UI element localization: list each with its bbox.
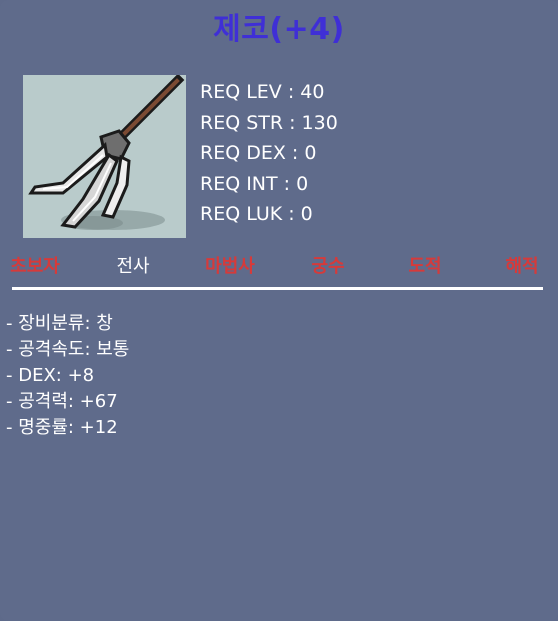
item-title: 제코(+4) bbox=[213, 12, 345, 47]
job-beginner: 초보자 bbox=[10, 256, 60, 277]
trident-spear-icon bbox=[28, 75, 185, 230]
item-icon-frame bbox=[23, 75, 186, 238]
job-restrictions: 초보자 전사 마법사 궁수 도적 해적 bbox=[0, 252, 558, 282]
stat-attack-speed: - 공격속도: 보통 bbox=[6, 339, 130, 360]
stat-equip-category: - 장비분류: 창 bbox=[6, 313, 113, 334]
req-int: REQ INT : 0 bbox=[200, 172, 309, 195]
req-level: REQ LEV : 40 bbox=[200, 81, 325, 103]
stat-accuracy: - 명중률: +12 bbox=[6, 417, 118, 438]
job-bowman: 궁수 bbox=[311, 256, 345, 277]
job-thief: 도적 bbox=[408, 256, 442, 277]
job-pirate: 해적 bbox=[505, 256, 539, 277]
stat-dex: - DEX: +8 bbox=[6, 365, 95, 386]
item-stats-list: - 장비분류: 창 - 공격속도: 보통 - DEX: +8 - 공격력: +6… bbox=[6, 311, 129, 441]
divider bbox=[12, 287, 543, 290]
item-tooltip-panel: 제코(+4) REQ LEV : 40 REQ STR : 130 REQ DE… bbox=[0, 0, 558, 621]
stat-attack: - 공격력: +67 bbox=[6, 391, 118, 412]
requirements-list: REQ LEV : 40 REQ STR : 130 REQ DEX : 0 R… bbox=[200, 77, 338, 230]
req-str: REQ STR : 130 bbox=[200, 111, 338, 134]
req-dex: REQ DEX : 0 bbox=[200, 142, 317, 164]
req-luk: REQ LUK : 0 bbox=[200, 203, 313, 225]
job-warrior: 전사 bbox=[116, 256, 150, 277]
job-magician: 마법사 bbox=[205, 256, 255, 277]
